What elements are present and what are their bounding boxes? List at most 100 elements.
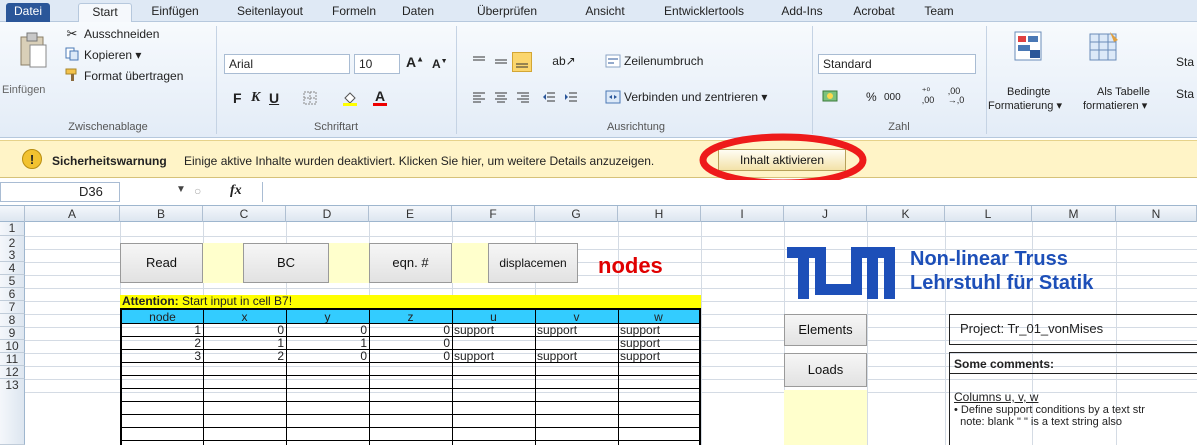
cell-w-1[interactable]: support bbox=[620, 324, 698, 336]
tab-acrobat[interactable]: Acrobat bbox=[844, 3, 904, 22]
orientation-icon[interactable]: ab↗ bbox=[552, 52, 575, 70]
border-icon[interactable] bbox=[300, 88, 320, 108]
tab-team[interactable]: Team bbox=[914, 3, 964, 22]
align-bottom-icon[interactable] bbox=[512, 52, 532, 72]
decrease-indent-icon[interactable] bbox=[540, 88, 558, 106]
row-header-1[interactable]: 1 bbox=[0, 222, 25, 236]
read-button[interactable]: Read bbox=[120, 243, 203, 283]
cancel-entry-icon[interactable]: ○ bbox=[194, 184, 201, 198]
cell-z-1[interactable]: 0 bbox=[369, 324, 450, 336]
font-name-combo[interactable]: Arial bbox=[224, 54, 350, 74]
cell-node-2[interactable]: 2 bbox=[122, 337, 201, 349]
number-format-combo[interactable]: Standard bbox=[818, 54, 976, 74]
paste-button[interactable]: Einfügen bbox=[2, 84, 45, 96]
eqn-button[interactable]: eqn. # bbox=[369, 243, 452, 283]
cell-x-1[interactable]: 0 bbox=[203, 324, 284, 336]
cell-y-1[interactable]: 0 bbox=[286, 324, 367, 336]
tab-seitenlayout[interactable]: Seitenlayout bbox=[225, 3, 315, 22]
column-header-e[interactable]: E bbox=[369, 206, 452, 222]
name-box-dropdown-icon[interactable]: ▼ bbox=[176, 184, 186, 195]
copy-button[interactable]: Kopieren ▾ bbox=[84, 48, 141, 62]
select-all-corner[interactable] bbox=[0, 206, 25, 222]
format-as-table-icon[interactable] bbox=[1085, 24, 1123, 68]
font-color-icon[interactable]: A bbox=[370, 86, 390, 108]
align-right-icon[interactable] bbox=[514, 88, 532, 106]
shrink-font-icon[interactable]: A▼ bbox=[432, 57, 448, 71]
column-header-g[interactable]: G bbox=[535, 206, 618, 222]
column-header-b[interactable]: B bbox=[120, 206, 203, 222]
column-header-n[interactable]: N bbox=[1116, 206, 1197, 222]
cell-z-2[interactable]: 0 bbox=[369, 337, 450, 349]
fill-color-icon[interactable] bbox=[340, 88, 360, 108]
row-header-13[interactable]: 13 bbox=[0, 379, 25, 445]
column-header-c[interactable]: C bbox=[203, 206, 286, 222]
thousands-button[interactable]: 000 bbox=[884, 92, 901, 103]
tab-add-ins[interactable]: Add-Ins bbox=[772, 3, 832, 22]
column-header-m[interactable]: M bbox=[1032, 206, 1116, 222]
name-box[interactable]: D36 bbox=[0, 182, 120, 202]
column-header-h[interactable]: H bbox=[618, 206, 701, 222]
cell-style-cut-1[interactable]: Sta bbox=[1176, 55, 1194, 69]
grow-font-icon[interactable]: A▲ bbox=[406, 54, 424, 70]
column-header-i[interactable]: I bbox=[701, 206, 784, 222]
format-painter-button[interactable]: Format übertragen bbox=[84, 69, 183, 83]
row-header-3[interactable]: 3 bbox=[0, 249, 24, 261]
bc-button[interactable]: BC bbox=[243, 243, 329, 283]
merge-center-button[interactable]: Verbinden und zentrieren ▾ bbox=[624, 90, 767, 104]
tab-formeln[interactable]: Formeln bbox=[324, 3, 384, 22]
elements-button[interactable]: Elements bbox=[784, 314, 867, 346]
currency-icon[interactable] bbox=[820, 86, 842, 106]
security-message[interactable]: Einige aktive Inhalte wurden deaktiviert… bbox=[184, 154, 704, 168]
column-header-k[interactable]: K bbox=[867, 206, 945, 222]
cell-z-3[interactable]: 0 bbox=[369, 350, 450, 362]
cell-x-2[interactable]: 1 bbox=[203, 337, 284, 349]
align-left-icon[interactable] bbox=[470, 88, 488, 106]
cell-style-cut-2[interactable]: Sta bbox=[1176, 87, 1194, 101]
format-as-table-label1[interactable]: Als Tabelle bbox=[1097, 86, 1150, 98]
column-header-d[interactable]: D bbox=[286, 206, 369, 222]
cell-w-3[interactable]: support bbox=[620, 350, 698, 362]
percent-button[interactable]: % bbox=[866, 90, 877, 104]
increase-indent-icon[interactable] bbox=[562, 88, 580, 106]
align-top-icon[interactable] bbox=[470, 52, 488, 70]
tab-ansicht[interactable]: Ansicht bbox=[570, 3, 640, 22]
paste-icon[interactable] bbox=[16, 28, 50, 72]
conditional-format-icon[interactable] bbox=[1010, 24, 1048, 68]
bold-button[interactable]: F bbox=[233, 90, 242, 106]
cell-x-3[interactable]: 2 bbox=[203, 350, 284, 362]
italic-button[interactable]: K bbox=[251, 90, 260, 106]
merge-center-icon[interactable] bbox=[604, 88, 622, 106]
cell-y-3[interactable]: 0 bbox=[286, 350, 367, 362]
column-header-a[interactable]: A bbox=[25, 206, 120, 222]
wrap-text-button[interactable]: Zeilenumbruch bbox=[624, 54, 703, 68]
decrease-decimal-icon[interactable]: ,00 →,0 bbox=[944, 86, 968, 106]
format-as-table-label2[interactable]: formatieren ▾ bbox=[1083, 99, 1147, 112]
cell-u-1[interactable]: support bbox=[454, 324, 534, 336]
cell-y-2[interactable]: 1 bbox=[286, 337, 367, 349]
cell-v-3[interactable]: support bbox=[537, 350, 617, 362]
column-header-f[interactable]: F bbox=[452, 206, 535, 222]
cell-u-3[interactable]: support bbox=[454, 350, 534, 362]
insert-function-icon[interactable]: fx bbox=[230, 183, 242, 199]
tab-datei[interactable]: Datei bbox=[6, 3, 50, 22]
conditional-format-label1[interactable]: Bedingte bbox=[1007, 86, 1050, 98]
font-size-combo[interactable]: 10 bbox=[354, 54, 400, 74]
tab-daten[interactable]: Daten bbox=[393, 3, 443, 22]
tab-einfuegen[interactable]: Einfügen bbox=[140, 3, 210, 22]
increase-decimal-icon[interactable]: ⁺⁰ ,00 bbox=[916, 86, 940, 106]
column-header-j[interactable]: J bbox=[784, 206, 867, 222]
loads-button[interactable]: Loads bbox=[784, 353, 867, 387]
cell-w-2[interactable]: support bbox=[620, 337, 698, 349]
tab-entwicklertools[interactable]: Entwicklertools bbox=[654, 3, 754, 22]
wrap-text-icon[interactable] bbox=[604, 52, 622, 70]
formula-input[interactable] bbox=[262, 182, 1197, 202]
cell-node-1[interactable]: 1 bbox=[122, 324, 201, 336]
tab-start[interactable]: Start bbox=[78, 3, 132, 22]
displacement-button[interactable]: displacemen bbox=[488, 243, 578, 283]
tab-ueberpruefen[interactable]: Überprüfen bbox=[462, 3, 552, 22]
align-middle-icon[interactable] bbox=[492, 52, 510, 70]
conditional-format-label2[interactable]: Formatierung ▾ bbox=[988, 99, 1062, 112]
column-header-l[interactable]: L bbox=[945, 206, 1032, 222]
underline-button[interactable]: U bbox=[269, 90, 279, 106]
cut-button[interactable]: Ausschneiden bbox=[84, 27, 159, 41]
